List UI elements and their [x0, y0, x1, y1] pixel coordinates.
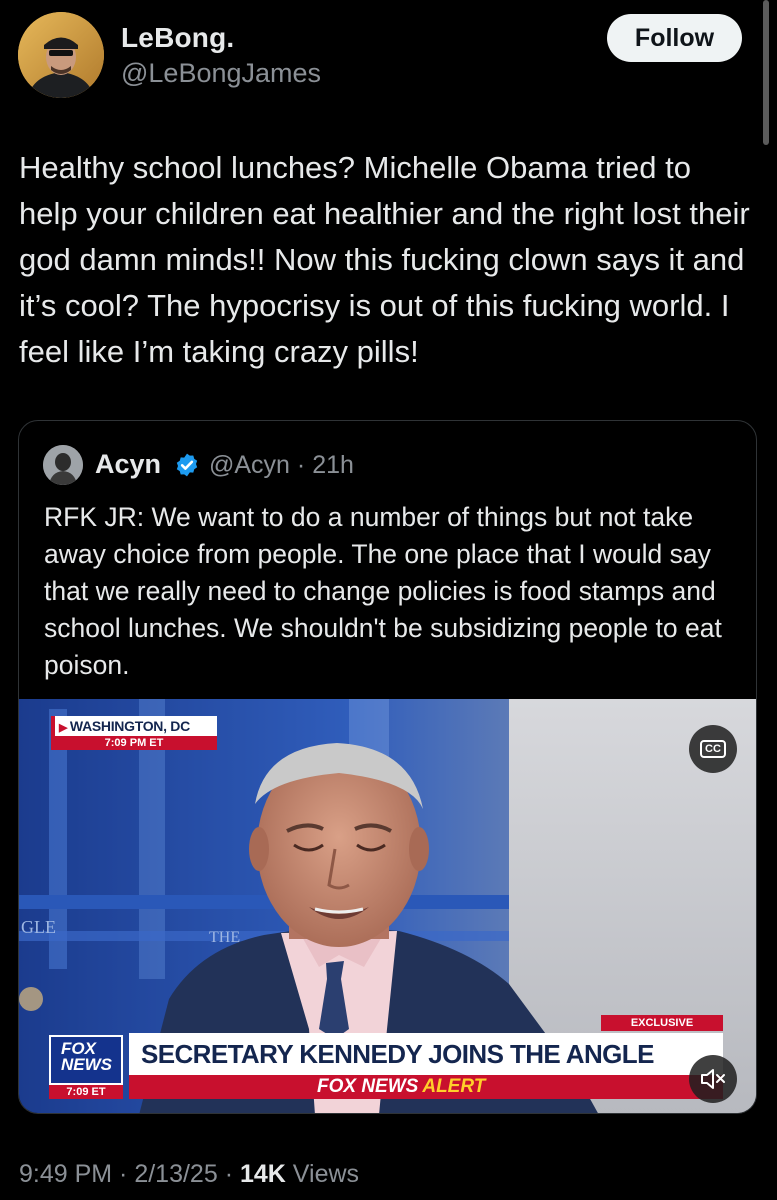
alert-text: FOX NEWS ALERT — [317, 1075, 485, 1099]
quoted-post-text: RFK JR: We want to do a number of things… — [44, 502, 722, 680]
post-meta: 9:49 PM · 2/13/25 · 14K Views — [19, 1160, 359, 1189]
cc-icon: CC — [700, 740, 726, 758]
post-text: Healthy school lunches? Michelle Obama t… — [19, 150, 750, 369]
fox-logo-time: 7:09 ET — [49, 1085, 123, 1099]
mute-icon — [701, 1069, 725, 1089]
quoted-post-age[interactable]: 21h — [312, 451, 354, 479]
quoted-author-handle[interactable]: @Acyn — [209, 451, 290, 479]
chyron-exclusive-tag: EXCLUSIVE — [601, 1015, 723, 1031]
quoted-author-avatar[interactable] — [43, 445, 83, 485]
post-date[interactable]: 2/13/25 — [134, 1160, 217, 1188]
fox-news-logo: FOX NEWS — [49, 1035, 123, 1085]
chyron-headline: SECRETARY KENNEDY JOINS THE ANGLE — [129, 1033, 723, 1075]
dateline-location: WASHINGTON, DC — [69, 718, 190, 734]
separator-dot: · — [289, 451, 313, 479]
quoted-author-name[interactable]: Acyn — [95, 449, 161, 480]
follow-button[interactable]: Follow — [607, 14, 742, 62]
author-name[interactable]: LeBong. — [121, 22, 234, 54]
separator-dot: · — [112, 1160, 135, 1188]
separator-dot: · — [217, 1160, 240, 1188]
backdrop-text-left: GLE — [21, 917, 56, 937]
quoted-post-card[interactable]: Acyn @Acyn · 21h RFK JR: We want to do a… — [18, 420, 757, 1114]
quoted-author-meta[interactable]: @Acyn · 21h — [209, 451, 354, 480]
backdrop-text-mid: THE — [209, 929, 240, 946]
fox-news-logo-text: FOX NEWS — [61, 1040, 112, 1074]
logo-line-2: NEWS — [61, 1055, 112, 1074]
dateline-arrow-icon: ▶ — [59, 722, 70, 734]
mute-button[interactable] — [689, 1055, 737, 1103]
alert-brand: FOX NEWS — [317, 1076, 419, 1097]
dateline-time: 7:09 PM ET — [51, 736, 217, 750]
views-label: Views — [292, 1160, 360, 1188]
dateline-location-bar: ▶ WASHINGTON, DC — [51, 716, 217, 736]
author-avatar[interactable] — [18, 12, 104, 98]
author-handle[interactable]: @LeBongJames — [121, 58, 321, 89]
chyron-alert-bar: FOX NEWS ALERT — [129, 1075, 723, 1099]
views-count: 14K — [239, 1160, 286, 1188]
post-time[interactable]: 9:49 PM — [19, 1160, 112, 1188]
captions-button[interactable]: CC — [689, 725, 737, 773]
video-player[interactable]: GLE THE ▶ WASHINGTON, DC 7:09 PM ET CC E… — [19, 699, 756, 1113]
verified-badge-icon — [176, 453, 198, 477]
dateline-graphic: ▶ WASHINGTON, DC 7:09 PM ET — [51, 716, 217, 750]
scrollbar[interactable] — [763, 0, 769, 145]
alert-word: ALERT — [422, 1076, 486, 1097]
